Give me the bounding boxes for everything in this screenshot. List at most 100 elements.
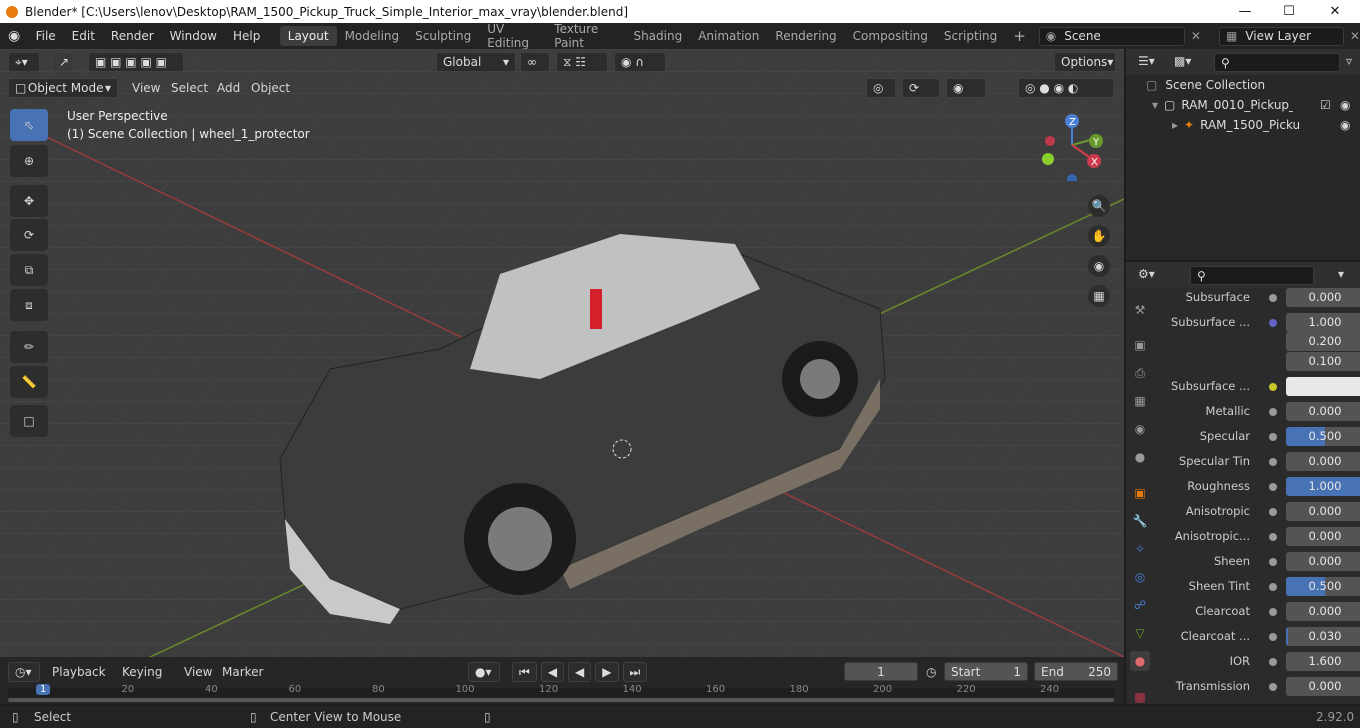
scene-selector[interactable]: ◉ Scene [1038,26,1185,46]
menu-edit[interactable]: Edit [64,29,103,43]
property-value-field[interactable]: 0.200 [1286,332,1360,351]
jump-start-icon[interactable]: ⏮ [512,662,537,682]
socket-icon[interactable] [1269,608,1277,616]
scene-tab-icon[interactable]: ◉ [1130,419,1150,439]
mode-dropdown[interactable]: □ Object Mode ▾ [8,78,118,98]
transform-tool-button[interactable]: ⧈ [10,289,48,321]
socket-icon[interactable] [1269,433,1277,441]
socket-icon[interactable] [1269,583,1277,591]
tool-tab-icon[interactable]: ⚒ [1130,300,1150,320]
socket-icon[interactable] [1269,633,1277,641]
property-value-field[interactable]: 0.500 [1286,427,1360,446]
prev-keyframe-icon[interactable]: ◀ [540,662,565,682]
proportional-edit-icon[interactable]: ◉ ∩ [614,52,666,72]
display-mode-icon[interactable]: ▩▾ [1174,54,1191,68]
data-tab-icon[interactable]: ▽ [1130,623,1150,643]
socket-icon[interactable] [1269,458,1277,466]
remove-scene-icon[interactable]: ✕ [1191,29,1201,43]
pan-hand-icon[interactable]: ✋ [1088,225,1110,247]
move-tool-button[interactable]: ✥ [10,185,48,217]
cursor-tool-button[interactable]: ⊕ [10,145,48,177]
property-value-field[interactable]: 1.600 [1286,652,1360,671]
socket-icon[interactable] [1269,408,1277,416]
chevron-down-icon[interactable]: ▾ [1338,267,1344,281]
tab-rendering[interactable]: Rendering [767,26,844,46]
material-tab-icon[interactable]: ● [1130,651,1150,671]
physics-tab-icon[interactable]: ◎ [1130,567,1150,587]
play-reverse-icon[interactable]: ◀ [568,662,592,682]
current-frame-field[interactable]: 1 [844,662,918,681]
property-value-field[interactable] [1286,377,1360,396]
add-cube-tool-button[interactable]: □ [10,405,48,437]
menu-help[interactable]: Help [225,29,268,43]
property-value-field[interactable]: 0.000 [1286,677,1360,696]
auto-keying-icon[interactable]: ●▾ [468,662,500,682]
world-tab-icon[interactable]: ● [1130,447,1150,467]
viewport-menu-add[interactable]: Add [217,81,240,95]
gizmo-toggle-icon[interactable]: ⟳ [902,78,940,98]
navigation-gizmo[interactable]: Z Y X [1036,111,1106,181]
constraints-tab-icon[interactable]: ☍ [1130,595,1150,615]
stopwatch-icon[interactable]: ◷ [926,665,936,679]
tab-sculpting[interactable]: Sculpting [407,26,479,46]
property-value-field[interactable]: 0.000 [1286,502,1360,521]
timeline-editor-icon[interactable]: ◷▾ [8,662,40,682]
socket-icon[interactable] [1269,383,1277,391]
filter-icon[interactable]: ▿ [1346,54,1352,68]
viewport-menu-view[interactable]: View [132,81,160,95]
jump-end-icon[interactable]: ⏭ [622,662,648,682]
property-value-field[interactable]: 0.000 [1286,402,1360,421]
measure-tool-button[interactable]: 📏 [10,366,48,398]
properties-editor-icon[interactable]: ⚙▾ [1138,267,1155,281]
menu-window[interactable]: Window [162,29,225,43]
options-dropdown[interactable]: Options ▾ [1054,52,1116,72]
tab-modeling[interactable]: Modeling [337,26,408,46]
modifier-tab-icon[interactable]: 🔧 [1130,511,1150,531]
property-value-field[interactable]: 1.000 [1286,477,1360,496]
pivot-point-icon[interactable]: ∞ [520,52,550,72]
socket-icon[interactable] [1269,483,1277,491]
tab-scripting[interactable]: Scripting [936,26,1005,46]
select-box-tool-icon[interactable]: ↗ [52,52,74,72]
property-value-field[interactable]: 0.000 [1286,527,1360,546]
property-value-field[interactable]: 0.030 [1286,627,1360,646]
output-tab-icon[interactable]: ⎙ [1130,363,1150,383]
object-tab-icon[interactable]: ▣ [1130,483,1150,503]
property-value-field[interactable]: 0.000 [1286,452,1360,471]
outliner-editor-icon[interactable]: ☰▾ [1138,54,1155,68]
perspective-grid-icon[interactable]: ▦ [1088,285,1110,307]
3d-viewport[interactable]: ⌖▾ ↗ ▣ ▣ ▣ ▣ ▣ Global ▾ ∞ ⧖ ☷ ◉ ∩ Options… [0,49,1124,657]
tab-texture-paint[interactable]: Texture Paint [546,19,625,53]
outliner-root[interactable]: ▢ Scene Collection [1146,78,1265,92]
zoom-icon[interactable]: 🔍 [1088,195,1110,217]
close-button[interactable]: ✕ [1312,0,1358,23]
particles-tab-icon[interactable]: ✧ [1130,539,1150,559]
tab-compositing[interactable]: Compositing [845,26,936,46]
shading-mode-icons[interactable]: ◎ ● ◉ ◐ [1018,78,1114,98]
socket-icon[interactable] [1269,558,1277,566]
socket-icon[interactable] [1269,508,1277,516]
annotate-tool-button[interactable]: ✏ [10,331,48,363]
start-frame-field[interactable]: Start 1 [944,662,1028,681]
snap-icon[interactable]: ⧖ ☷ [556,52,608,72]
eye-icon[interactable]: ◉ [1340,98,1350,112]
menu-file[interactable]: File [28,29,64,43]
property-value-field[interactable]: 0.000 [1286,602,1360,621]
timeline-menu-playback[interactable]: Playback [52,665,106,679]
timeline-menu-view[interactable]: View [184,665,212,679]
tab-layout[interactable]: Layout [279,26,337,46]
view-layer-tab-icon[interactable]: ▦ [1130,391,1150,411]
property-value-field[interactable]: 1.000 [1286,313,1360,332]
maximize-button[interactable]: ☐ [1266,0,1312,23]
play-icon[interactable]: ▶ [595,662,619,682]
timeline-menu-keying[interactable]: Keying [122,665,162,679]
viewport-menu-object[interactable]: Object [251,81,290,95]
transform-orientation-dropdown[interactable]: Global ▾ [436,52,516,72]
socket-icon[interactable] [1269,683,1277,691]
eye-icon[interactable]: ◉ [1340,118,1350,132]
selection-mode-icons[interactable]: ▣ ▣ ▣ ▣ ▣ [88,52,184,72]
overlay-toggle-icon[interactable]: ◉ [946,78,986,98]
view-layer-selector[interactable]: ▦ View Layer [1218,26,1344,46]
tab-uv-editing[interactable]: UV Editing [479,19,546,53]
property-value-field[interactable]: 0.100 [1286,352,1360,371]
